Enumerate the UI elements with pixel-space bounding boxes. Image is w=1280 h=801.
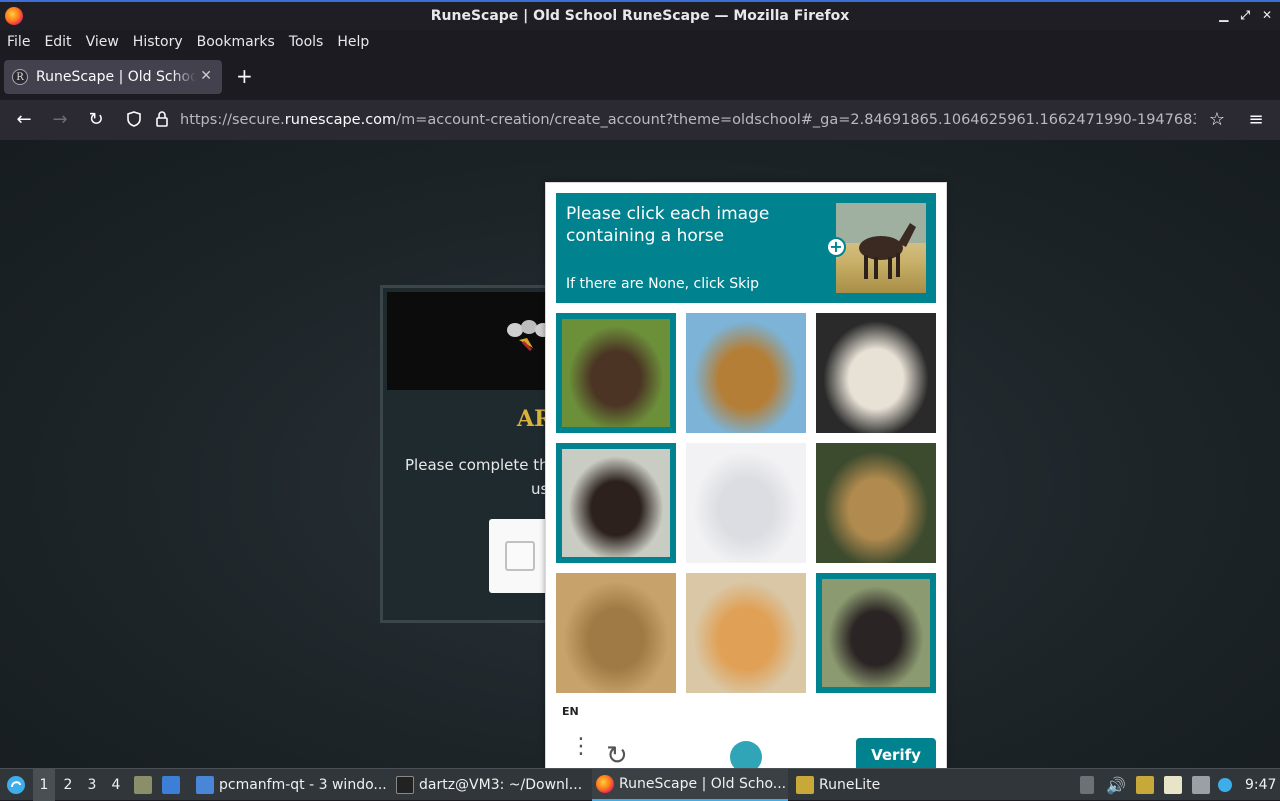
workspace-1[interactable]: 1 bbox=[33, 769, 55, 801]
captcha-tile-dog[interactable] bbox=[816, 313, 936, 433]
hamburger-menu-icon[interactable]: ≡ bbox=[1246, 110, 1266, 130]
workspace-2[interactable]: 2 bbox=[57, 769, 79, 801]
tab-strip: R RuneScape | Old School RuneScape ✕ + bbox=[0, 54, 1280, 100]
hcaptcha-logo-icon bbox=[730, 741, 762, 768]
window-controls: ▁ ⤢ ✕ bbox=[1219, 8, 1272, 23]
captcha-tile-white-cat[interactable] bbox=[686, 443, 806, 563]
firefox-icon bbox=[5, 7, 23, 25]
url-path: /m=account-creation/create_account?theme… bbox=[396, 112, 1196, 128]
tray-clipboard-icon[interactable] bbox=[1164, 769, 1187, 801]
captcha-tile-horse-standing[interactable] bbox=[556, 443, 676, 563]
lioness-image bbox=[816, 443, 936, 563]
reload-button[interactable]: ↻ bbox=[86, 110, 106, 130]
account-creation-card: AR Please complete th us bbox=[380, 285, 553, 623]
file-manager-launcher-icon[interactable] bbox=[134, 769, 157, 801]
minimize-button[interactable]: ▁ bbox=[1219, 8, 1228, 23]
zoom-example-icon[interactable]: + bbox=[826, 237, 846, 257]
example-horse-image[interactable] bbox=[836, 203, 926, 293]
captcha-tile-horse-with-rider[interactable] bbox=[816, 573, 936, 693]
white-cat-image bbox=[686, 443, 806, 563]
task-firefox[interactable]: RuneScape | Old Scho... bbox=[592, 769, 788, 801]
captcha-tile-horse-grazing[interactable] bbox=[556, 313, 676, 433]
menu-tools[interactable]: Tools bbox=[289, 34, 324, 50]
start-menu-icon[interactable] bbox=[4, 769, 28, 801]
system-taskbar: 1 2 3 4 pcmanfm-qt - 3 windo... dartz@VM… bbox=[0, 768, 1280, 801]
lioness-lying-image bbox=[556, 573, 676, 693]
captcha-tile-lioness-lying[interactable] bbox=[556, 573, 676, 693]
captcha-widget bbox=[489, 519, 549, 593]
lion-image bbox=[686, 313, 806, 433]
new-tab-button[interactable]: + bbox=[236, 66, 253, 86]
runescape-favicon-icon: R bbox=[12, 69, 28, 85]
horse-with-rider-image bbox=[822, 579, 930, 687]
dog-image bbox=[816, 313, 936, 433]
firefox-icon bbox=[596, 775, 614, 793]
prompt-text: Please click each image containing a hor… bbox=[566, 204, 770, 246]
desktop-launcher-icon[interactable] bbox=[162, 769, 185, 801]
maximize-button[interactable]: ⤢ bbox=[1240, 8, 1250, 23]
tab-title: RuneScape | Old School RuneScape bbox=[36, 69, 196, 85]
menu-edit[interactable]: Edit bbox=[44, 34, 71, 50]
bookmark-star-icon[interactable]: ☆ bbox=[1207, 110, 1227, 130]
language-selector[interactable]: EN bbox=[562, 705, 579, 718]
url-prefix: https://secure. bbox=[180, 112, 285, 128]
workspace-4[interactable]: 4 bbox=[105, 769, 127, 801]
menu-bar: File Edit View History Bookmarks Tools H… bbox=[0, 30, 1280, 54]
task-label: RuneScape | Old Scho... bbox=[619, 776, 787, 792]
skip-hint: If there are None, click Skip bbox=[566, 276, 760, 292]
close-tab-icon[interactable]: ✕ bbox=[200, 68, 212, 84]
task-label: dartz@VM3: ~/Downl... bbox=[419, 777, 583, 793]
menu-view[interactable]: View bbox=[86, 34, 119, 50]
tray-network-icon[interactable] bbox=[1192, 769, 1215, 801]
menu-bookmarks[interactable]: Bookmarks bbox=[197, 34, 275, 50]
hcaptcha-challenge: Please click each image containing a hor… bbox=[545, 182, 947, 768]
window-titlebar: RuneScape | Old School RuneScape — Mozil… bbox=[0, 0, 1280, 30]
captcha-checkbox[interactable] bbox=[505, 541, 535, 571]
tray-info-icon[interactable] bbox=[1218, 769, 1237, 801]
tracking-protection-icon[interactable] bbox=[124, 110, 144, 130]
runelite-icon bbox=[796, 776, 814, 794]
card-header bbox=[387, 292, 553, 390]
verify-button[interactable]: Verify bbox=[856, 738, 936, 768]
captcha-tile-lion[interactable] bbox=[686, 313, 806, 433]
task-terminal[interactable]: dartz@VM3: ~/Downl... bbox=[392, 769, 588, 801]
instructions-line-1: Please complete th bbox=[405, 456, 549, 474]
page-content: AR Please complete th us Please click ea… bbox=[0, 140, 1280, 768]
tab-runescape[interactable]: R RuneScape | Old School RuneScape ✕ bbox=[4, 60, 222, 94]
workspace-3[interactable]: 3 bbox=[81, 769, 103, 801]
volume-icon[interactable]: 🔊 bbox=[1106, 769, 1126, 801]
task-label: RuneLite bbox=[819, 777, 881, 793]
refresh-challenge-icon[interactable]: ↻ bbox=[606, 741, 628, 768]
folder-icon bbox=[196, 776, 214, 794]
task-runelite[interactable]: RuneLite bbox=[792, 769, 912, 801]
task-pcmanfm[interactable]: pcmanfm-qt - 3 windo... bbox=[192, 769, 388, 801]
captcha-tile-lioness[interactable] bbox=[816, 443, 936, 563]
menu-help[interactable]: Help bbox=[337, 34, 369, 50]
window-title: RuneScape | Old School RuneScape — Mozil… bbox=[430, 8, 850, 24]
tray-updates-icon[interactable] bbox=[1080, 769, 1099, 801]
forward-button[interactable]: → bbox=[50, 110, 70, 130]
lock-icon[interactable] bbox=[152, 110, 172, 130]
url-domain: runescape.com bbox=[284, 112, 397, 128]
captcha-tile-kitten[interactable] bbox=[686, 573, 806, 693]
clock: 9:47 bbox=[1245, 777, 1277, 793]
url-bar[interactable]: https://secure.runescape.com/m=account-c… bbox=[180, 110, 1196, 130]
menu-history[interactable]: History bbox=[133, 34, 183, 50]
horse-grazing-image bbox=[562, 319, 670, 427]
more-options-icon[interactable]: ⋮ bbox=[570, 736, 592, 767]
tray-runelite-icon[interactable] bbox=[1136, 769, 1159, 801]
back-button[interactable]: ← bbox=[14, 110, 34, 130]
horse-standing-image bbox=[562, 449, 670, 557]
navigation-toolbar: ← → ↻ https://secure.runescape.com/m=acc… bbox=[0, 100, 1280, 140]
menu-file[interactable]: File bbox=[7, 34, 30, 50]
close-window-button[interactable]: ✕ bbox=[1262, 8, 1272, 23]
task-label: pcmanfm-qt - 3 windo... bbox=[219, 777, 387, 793]
challenge-prompt: Please click each image containing a hor… bbox=[556, 193, 936, 303]
kitten-image bbox=[686, 573, 806, 693]
terminal-icon bbox=[396, 776, 414, 794]
